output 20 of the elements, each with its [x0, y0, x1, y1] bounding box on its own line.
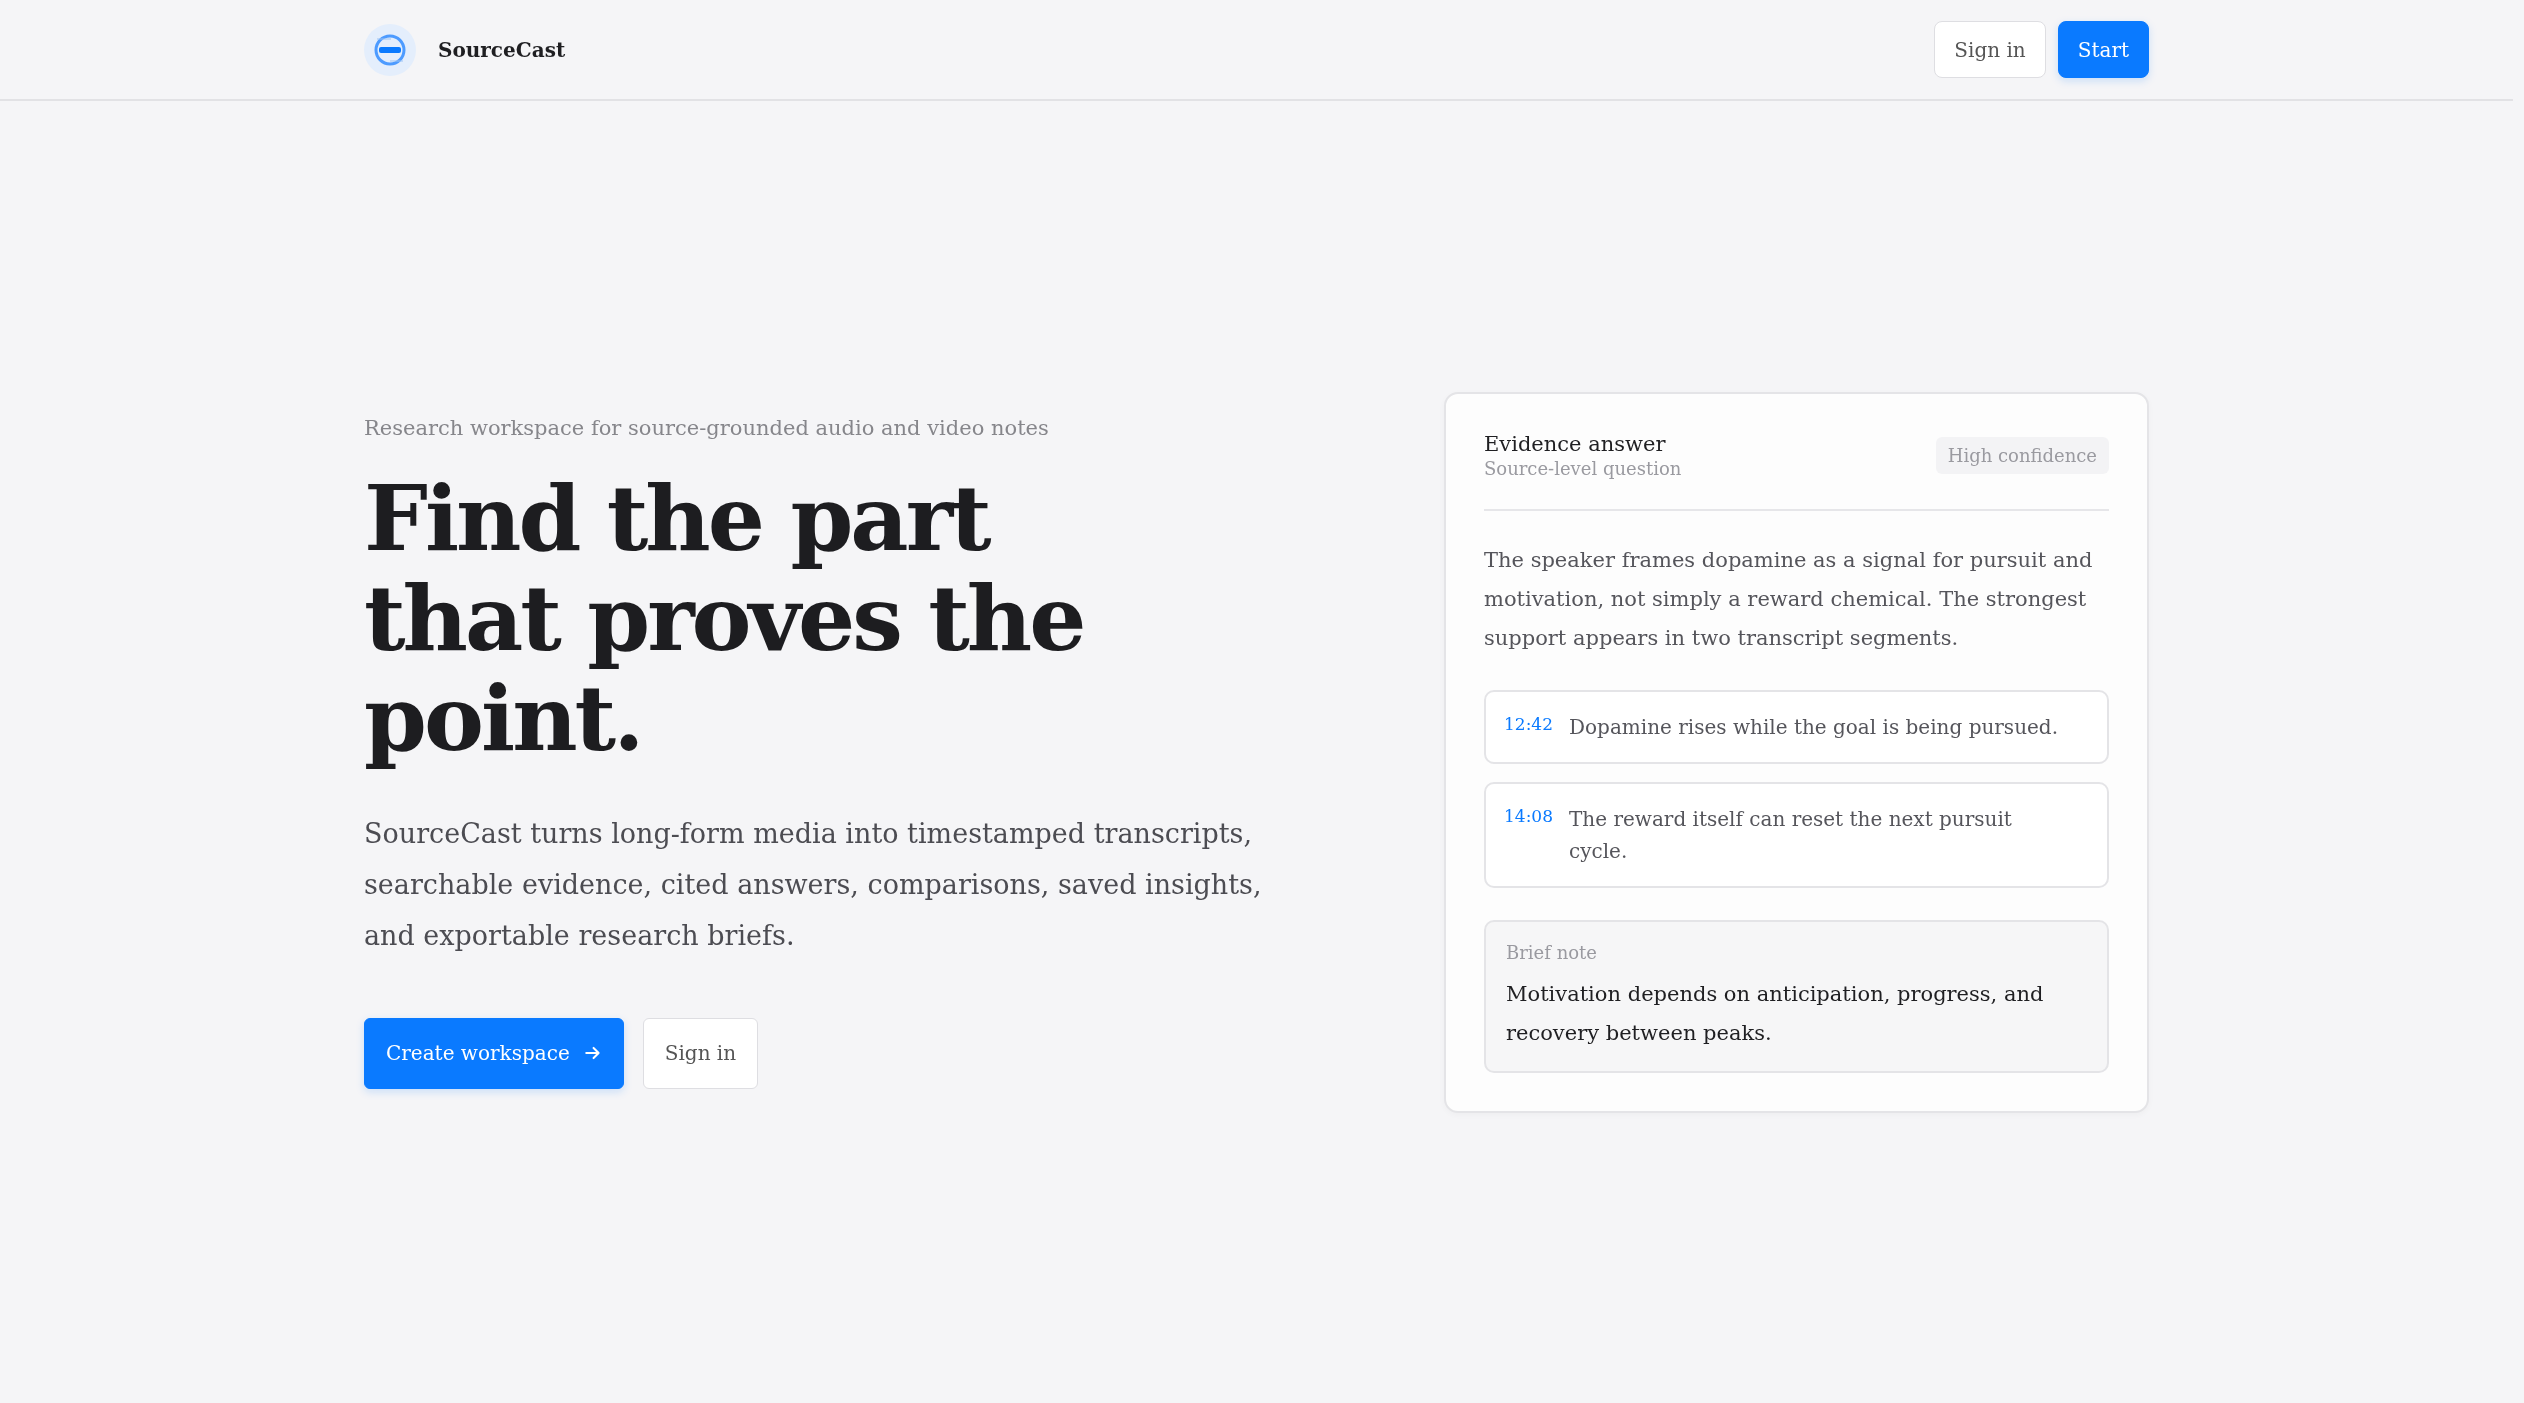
segment-text: The reward itself can reset the next pursuit cycle. [1569, 805, 2013, 865]
segment-text: Dopamine rises while the goal is being pursued. [1569, 713, 2058, 741]
confidence-badge: High confidence [1935, 436, 2109, 474]
arrow-right-icon [583, 1044, 602, 1062]
secondary-button[interactable]: Sign in [642, 1017, 759, 1089]
answer-text: The speaker frames dopamine as a signal for pursuit and motivation, not simply a reward chemical. The strongest support appears in two transcript segments. [1484, 546, 2094, 652]
description-text: SourceCast turns long-form media into timestamped transcripts, searchable evidence, cited answers, comparisons, saved insights, and exportable research briefs. [364, 816, 1263, 953]
brand-name: SourceCast [438, 37, 566, 62]
primary-button[interactable]: Create workspace [364, 1017, 624, 1089]
timestamp-link[interactable]: 12:42 [1504, 710, 1553, 737]
note-text: Motivation depends on anticipation, progress, and recovery between peaks. [1506, 980, 2045, 1047]
note-label: Brief note [1506, 941, 1598, 963]
card-title: Evidence answer [1484, 431, 1667, 456]
primary-button[interactable]: Start [2057, 21, 2149, 78]
headline: Find the part that proves the point. [364, 467, 1085, 773]
logo-icon [364, 23, 416, 76]
timestamp-link[interactable]: 14:08 [1504, 802, 1553, 829]
eyebrow-text: Research workspace for source-grounded audio and video notes [364, 415, 1050, 440]
card-subtitle: Source-level question [1484, 457, 1682, 479]
secondary-button[interactable]: Sign in [1934, 21, 2046, 78]
